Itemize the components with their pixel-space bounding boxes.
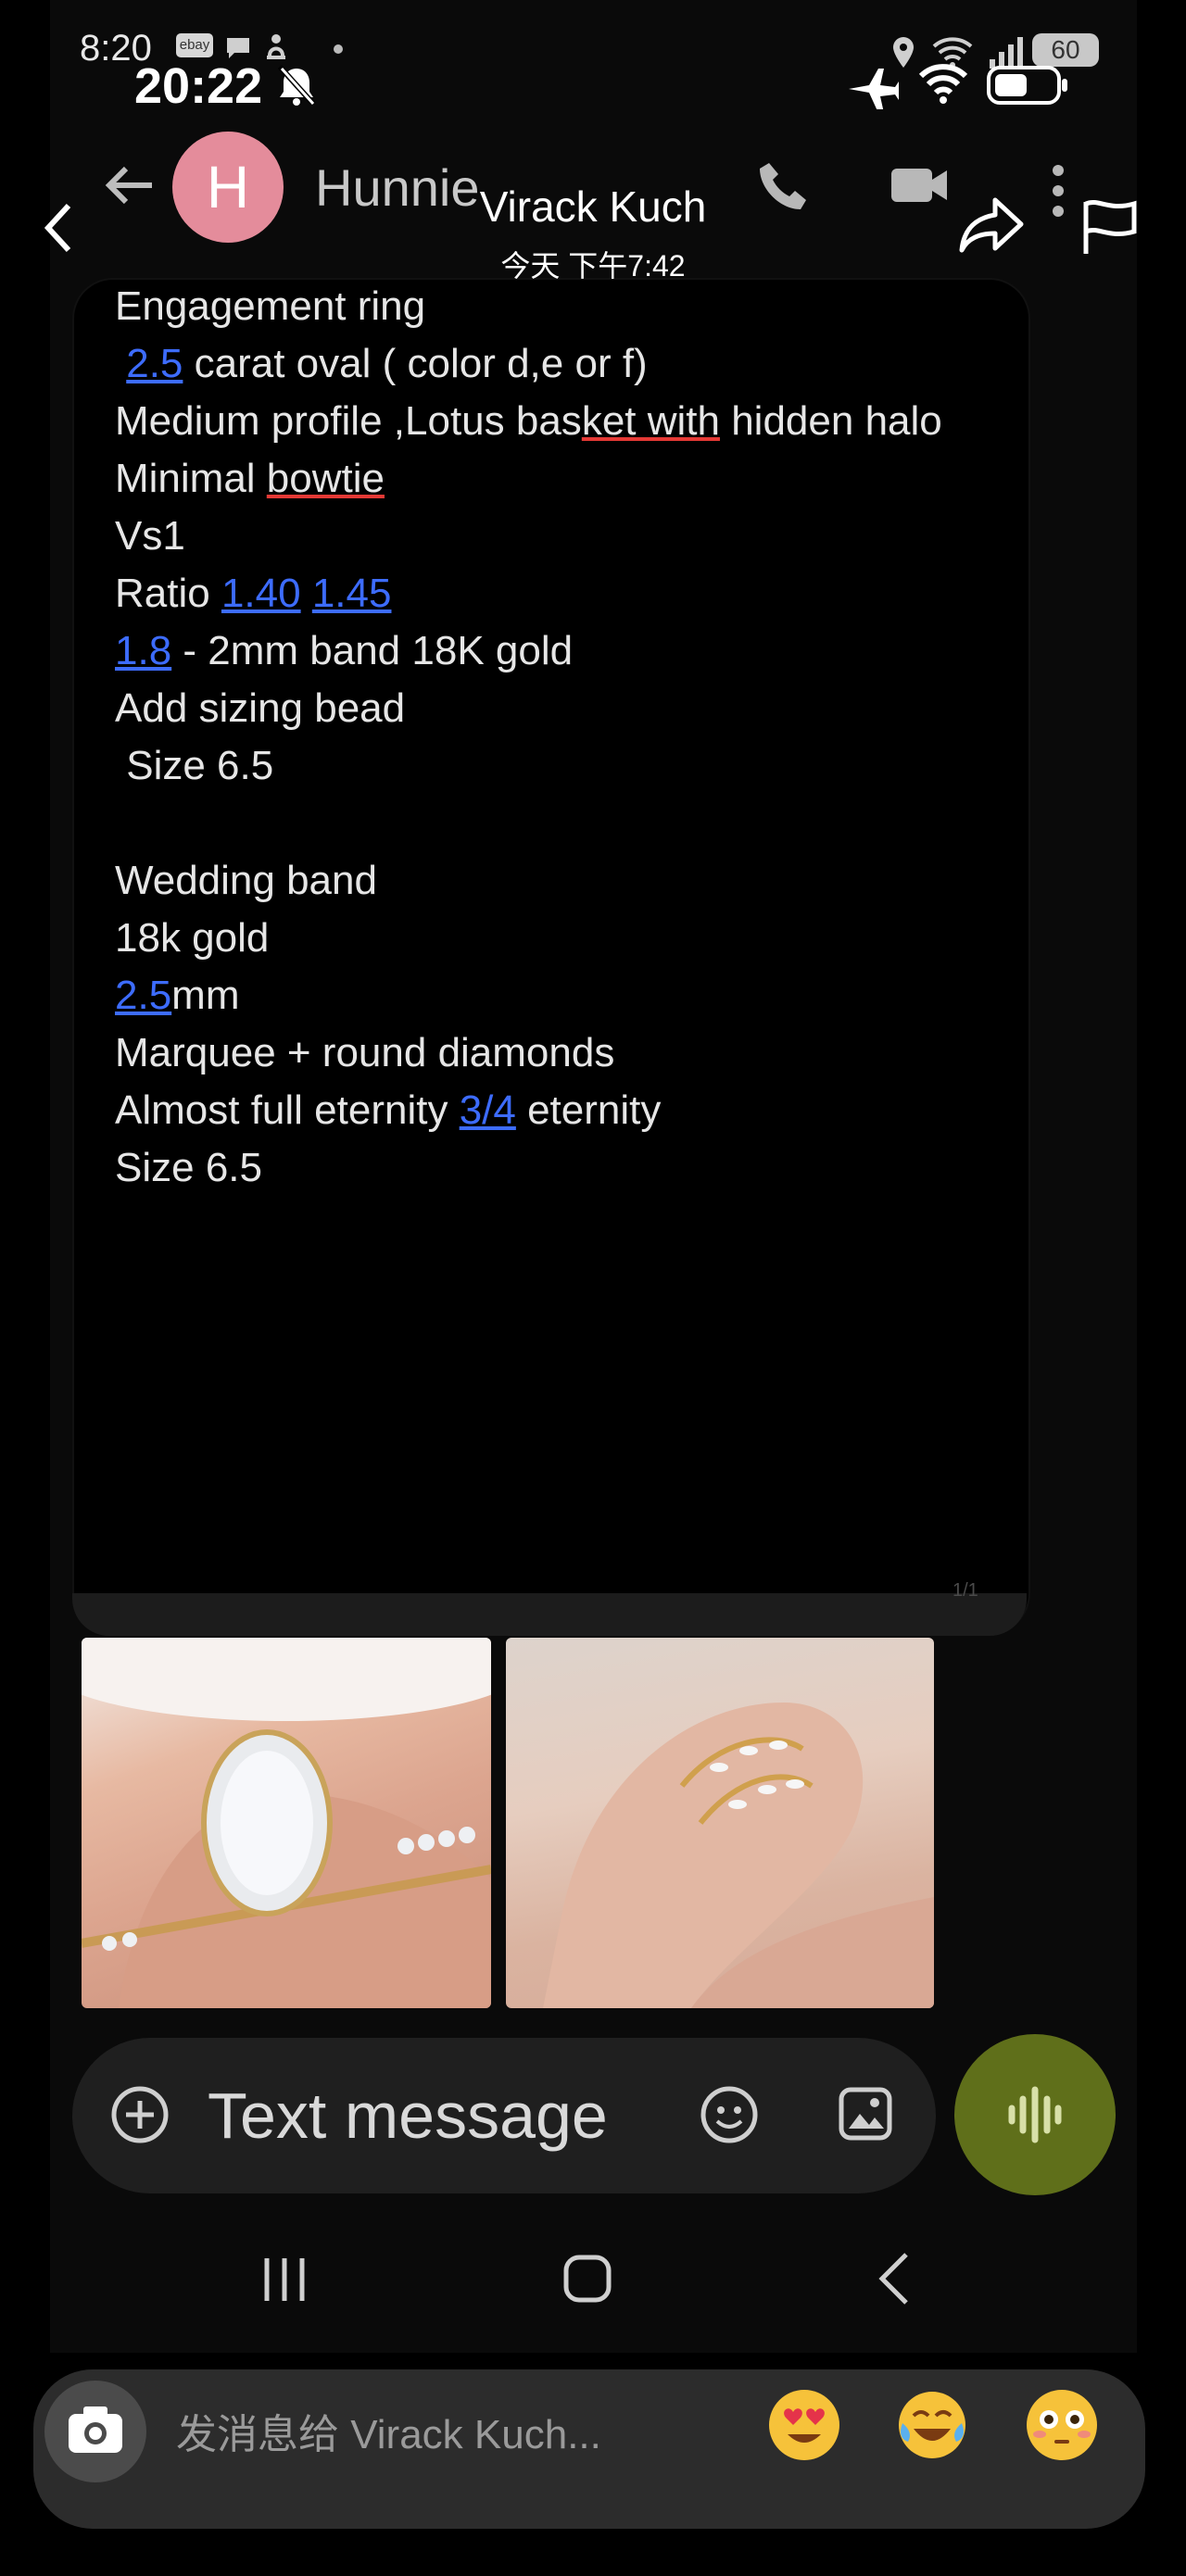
reply-input[interactable]: 发消息给 Virack Kuch... [176, 2401, 601, 2460]
message-line: Engagement ring [115, 278, 425, 335]
tears-of-joy-emoji-button[interactable] [893, 2386, 971, 2464]
message-text-run [115, 341, 126, 386]
status-bar: 20:22 [0, 0, 1186, 120]
muted-bell-icon [277, 64, 316, 107]
wedding-band-image [543, 1703, 934, 2008]
battery-icon [987, 66, 1067, 105]
clock: 20:22 [134, 58, 263, 114]
camera-button[interactable] [44, 2381, 146, 2482]
recent-apps-icon [264, 2258, 305, 2301]
message-line: 1.8 - 2mm band 18K gold [115, 622, 573, 680]
heart-eyes-emoji-button[interactable] [765, 2386, 843, 2464]
message-text-run: Wedding band [115, 858, 377, 903]
message-text-run: Marquee + round diamonds [115, 1030, 615, 1075]
message-link: 1.40 [221, 571, 301, 616]
soundwave-icon [1008, 2086, 1062, 2143]
message-text-run: 18k gold [115, 915, 270, 961]
message-line: 18k gold [115, 910, 269, 967]
message-line: Almost full eternity 3/4 eternity [115, 1082, 661, 1139]
message-link: 2.5 [126, 341, 183, 386]
message-line: Size 6.5 [115, 1139, 262, 1197]
message-line: Wedding band [115, 852, 377, 910]
message-line: Minimal bowtie [115, 450, 385, 508]
spellcheck-underlined-text: bowtie [266, 456, 385, 501]
page-indicator: 1/1 [953, 1580, 978, 1601]
message-text-run: hidden halo [719, 398, 942, 444]
message-line: Ratio 1.40 1.45 [115, 565, 391, 622]
message-text-run: eternity [515, 1087, 662, 1133]
emoji-icon [700, 2086, 758, 2143]
message-line: Medium profile ,Lotus basket with hidden… [115, 393, 942, 450]
message-line: 2.5mm [115, 967, 239, 1024]
message-text-run [301, 571, 312, 616]
nav-back-icon [878, 2253, 908, 2305]
message-text-run: - 2mm band 18K gold [171, 628, 574, 673]
add-attachment-icon [111, 2086, 169, 2143]
message-bubble-footer [72, 1593, 1027, 1636]
message-link: 1.45 [311, 571, 392, 616]
engagement-ring-photo [82, 1638, 491, 2008]
message-text-run: Size 6.5 [115, 1145, 262, 1190]
gallery-icon [839, 2087, 892, 2141]
message-text-run: Engagement ring [115, 283, 426, 329]
message-link: 1.8 [115, 628, 172, 673]
share-forward-icon[interactable] [958, 195, 1025, 256]
engagement-ring-image [82, 1638, 491, 2008]
message-link: 2.5 [115, 973, 172, 1018]
wifi-icon [918, 64, 968, 104]
message-text-run: Add sizing bead [115, 685, 406, 731]
message-text-run: carat oval ( color d,e or f) [183, 341, 648, 386]
home-icon [563, 2255, 612, 2303]
message-line: Vs1 [115, 508, 185, 565]
camera-icon [69, 2406, 122, 2453]
message-line: Size 6.5 [115, 737, 273, 795]
spellcheck-underlined-text: ket with [581, 398, 720, 444]
inner-nav-bar [50, 2223, 1137, 2353]
message-text-run: mm [171, 973, 240, 1018]
message-text-run: Minimal [115, 456, 267, 501]
airplane-mode-icon [849, 69, 899, 109]
inner-compose-placeholder: Text message [208, 2080, 608, 2152]
message-text-run: Almost full eternity [115, 1087, 460, 1133]
message-line: 2.5 carat oval ( color d,e or f) [115, 335, 648, 393]
message-line: Add sizing bead [115, 680, 405, 737]
voice-message-button [954, 2034, 1116, 2195]
message-link: 3/4 [459, 1087, 516, 1133]
message-text-run: Ratio [115, 571, 221, 616]
message-text-run: Size 6.5 [115, 743, 274, 788]
wedding-band-photo [506, 1638, 934, 2008]
message-line: Marquee + round diamonds [115, 1024, 614, 1082]
message-text-run: Medium profile ,Lotus bas [115, 398, 582, 444]
message-text-run: Vs1 [115, 513, 185, 559]
report-flag-icon[interactable] [1079, 196, 1140, 256]
flushed-emoji-button[interactable] [1023, 2386, 1101, 2464]
